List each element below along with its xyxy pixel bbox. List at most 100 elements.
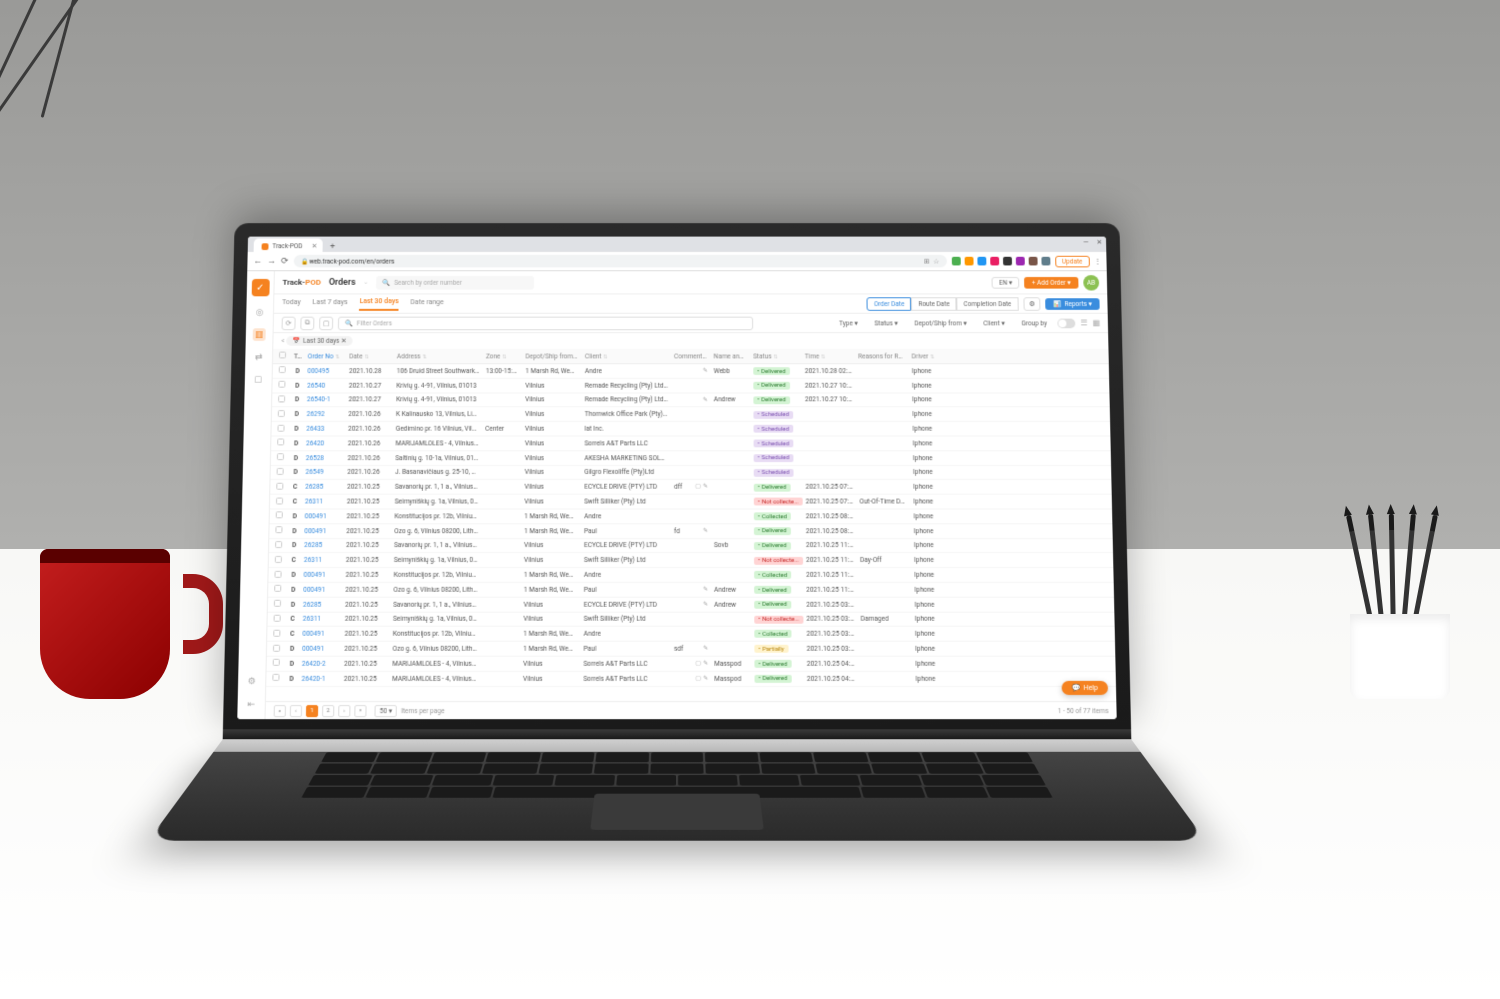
table-row[interactable]: D264202021.10.26MARIJAMLOLES - 4, Vilniu… <box>271 437 1111 452</box>
pencil-icon[interactable]: ✎ <box>703 368 708 375</box>
cell-order-id[interactable]: 26311 <box>302 498 344 506</box>
cell-order-id[interactable]: 26285 <box>301 542 343 550</box>
table-row[interactable]: C263112021.10.25Šeimyniškių g. 1a, Vilni… <box>267 612 1114 627</box>
row-checkbox[interactable] <box>274 556 281 563</box>
table-row[interactable]: D262922021.10.26K Kalinausko 13, Vilnius… <box>272 408 1110 422</box>
nav-dashboard-icon[interactable]: ◎ <box>253 306 266 319</box>
pencil-icon[interactable]: ✎ <box>703 601 708 608</box>
row-checkbox[interactable] <box>277 439 284 446</box>
tab-last-7-days[interactable]: Last 7 days <box>312 298 347 310</box>
row-checkbox[interactable] <box>272 659 279 666</box>
col-time[interactable]: Time⇅ <box>802 352 856 360</box>
page-prev-button[interactable]: ‹ <box>290 705 302 717</box>
cell-order-id[interactable]: 000495 <box>304 367 346 375</box>
list-view-icon[interactable]: ☰ <box>1080 319 1087 328</box>
ext-icon[interactable] <box>1016 257 1025 266</box>
nav-forward-icon[interactable]: → <box>267 256 276 267</box>
table-row[interactable]: D0004912021.10.25Ozo g. 6, Vilnius 08200… <box>267 642 1116 657</box>
seg-order-date[interactable]: Order Date <box>867 297 911 311</box>
app-logo-icon[interactable]: ✓ <box>251 279 269 296</box>
table-row[interactable]: D26420-22021.10.25MARIJAMLOLES - 4, Viln… <box>267 657 1116 672</box>
col-type[interactable]: T...⇅ <box>291 352 305 360</box>
search-input[interactable]: 🔍 Search by order number <box>376 276 534 290</box>
table-row[interactable]: D262852021.10.25Savanorių pr. 1, 1 a., V… <box>268 598 1115 613</box>
row-checkbox[interactable] <box>278 367 285 374</box>
cell-order-id[interactable]: 000491 <box>301 527 343 535</box>
filter-orders-input[interactable]: 🔍 Filter Orders <box>338 316 753 330</box>
col-reason[interactable]: Reasons for Reje...⇅ <box>855 352 909 360</box>
col-zone[interactable]: Zone⇅ <box>483 352 523 360</box>
row-checkbox[interactable] <box>276 453 283 460</box>
cell-order-id[interactable]: 26285 <box>302 483 344 491</box>
table-row[interactable]: C262852021.10.25Savanorių pr. 1, 1 a., V… <box>270 480 1112 495</box>
cell-order-id[interactable]: 000491 <box>300 586 342 594</box>
col-date[interactable]: Date⇅ <box>346 352 394 360</box>
update-browser-button[interactable]: Update <box>1055 255 1089 267</box>
page-first-button[interactable]: « <box>274 705 286 717</box>
filter-client[interactable]: Client ▾ <box>977 316 1010 330</box>
window-minimize-icon[interactable]: — <box>1083 239 1089 247</box>
help-button[interactable]: 💬 Help <box>1061 681 1108 695</box>
table-row[interactable]: D265492021.10.26J. Basanavičiaus g. 25-1… <box>270 466 1111 481</box>
new-tab-button[interactable]: + <box>326 242 339 252</box>
pencil-icon[interactable]: ✎ <box>703 396 708 403</box>
window-close-icon[interactable]: ✕ <box>1096 239 1102 247</box>
filter-status[interactable]: Status ▾ <box>868 316 903 330</box>
copy-icon[interactable]: ⧉ <box>300 316 314 330</box>
nav-settings-icon[interactable]: ⚙ <box>245 675 258 688</box>
table-row[interactable]: D26540-12021.10.27Krivių g. 4-91, Vilniu… <box>272 393 1110 407</box>
col-address[interactable]: Address⇅ <box>394 352 483 360</box>
col-depot[interactable]: Depot/Ship from⇅ <box>523 352 582 360</box>
seg-completion-date[interactable]: Completion Date <box>957 297 1019 311</box>
ext-icon[interactable] <box>1041 257 1050 266</box>
pencil-icon[interactable]: ✎ <box>703 675 708 682</box>
page-next-button[interactable]: › <box>338 705 350 717</box>
seg-route-date[interactable]: Route Date <box>911 297 956 311</box>
filter-type[interactable]: Type ▾ <box>833 316 863 330</box>
table-row[interactable]: D26420-12021.10.25MARIJAMLOLES - 4, Viln… <box>266 672 1116 687</box>
cell-order-id[interactable]: 000491 <box>300 571 342 579</box>
table-row[interactable]: C263112021.10.25Šeimyniškių g. 1a, Vilni… <box>270 495 1112 510</box>
cell-order-id[interactable]: 26433 <box>303 425 345 433</box>
tab-last-30-days[interactable]: Last 30 days <box>359 297 398 311</box>
gear-icon[interactable]: ⚙ <box>1023 297 1041 311</box>
group-by-toggle[interactable] <box>1058 318 1076 328</box>
row-checkbox[interactable] <box>274 570 281 577</box>
pencil-icon[interactable]: ✎ <box>703 483 708 490</box>
table-row[interactable]: D262852021.10.25Savanorių pr. 1, 1 a., V… <box>269 539 1113 554</box>
note-icon[interactable]: ▢ <box>695 483 701 490</box>
table-row[interactable]: D0004912021.10.25Konstitucijos pr. 12b, … <box>268 568 1113 583</box>
row-checkbox[interactable] <box>275 512 282 519</box>
avatar[interactable]: AB <box>1083 275 1099 290</box>
nav-collapse-icon[interactable]: ⇤ <box>245 698 258 711</box>
cell-order-id[interactable]: 000491 <box>299 645 341 653</box>
ext-icon[interactable] <box>977 257 986 266</box>
cell-order-id[interactable]: 26540 <box>304 381 346 389</box>
col-client[interactable]: Client⇅ <box>582 352 671 360</box>
table-row[interactable]: C0004912021.10.25Konstitucijos pr. 12b, … <box>267 627 1115 642</box>
cell-order-id[interactable]: 26549 <box>302 468 344 476</box>
col-driver[interactable]: Driver⇅ <box>909 352 947 360</box>
refresh-icon[interactable]: ⟳ <box>282 316 296 330</box>
pencil-icon[interactable]: ✎ <box>703 527 708 534</box>
filter-chip[interactable]: 📅 Last 30 days ✕ <box>286 336 352 346</box>
row-checkbox[interactable] <box>277 410 284 417</box>
cell-order-id[interactable]: 000491 <box>302 512 344 520</box>
table-row[interactable]: D265402021.10.27Krivių g. 4-91, Vilnius,… <box>272 379 1109 393</box>
note-icon[interactable]: ▢ <box>695 675 701 682</box>
filter-depot[interactable]: Depot/Ship from ▾ <box>908 316 972 330</box>
cell-order-id[interactable]: 26420 <box>303 439 345 447</box>
browser-menu-icon[interactable]: ⋮ <box>1094 257 1101 265</box>
table-row[interactable]: D0004912021.10.25Ozo g. 6, Vilnius 08200… <box>269 524 1112 539</box>
tab-today[interactable]: Today <box>282 298 301 310</box>
cell-order-id[interactable]: 000491 <box>299 630 341 638</box>
page-last-button[interactable]: » <box>354 705 366 717</box>
row-checkbox[interactable] <box>278 395 285 402</box>
card-view-icon[interactable]: ▦ <box>1092 319 1100 328</box>
cell-order-id[interactable]: 26420-2 <box>299 660 341 668</box>
nav-map-icon[interactable]: ▢ <box>252 373 265 386</box>
pencil-icon[interactable]: ✎ <box>703 586 708 593</box>
row-checkbox[interactable] <box>273 615 280 622</box>
reports-button[interactable]: 📊Reports ▾ <box>1046 298 1100 310</box>
row-checkbox[interactable] <box>272 674 279 681</box>
